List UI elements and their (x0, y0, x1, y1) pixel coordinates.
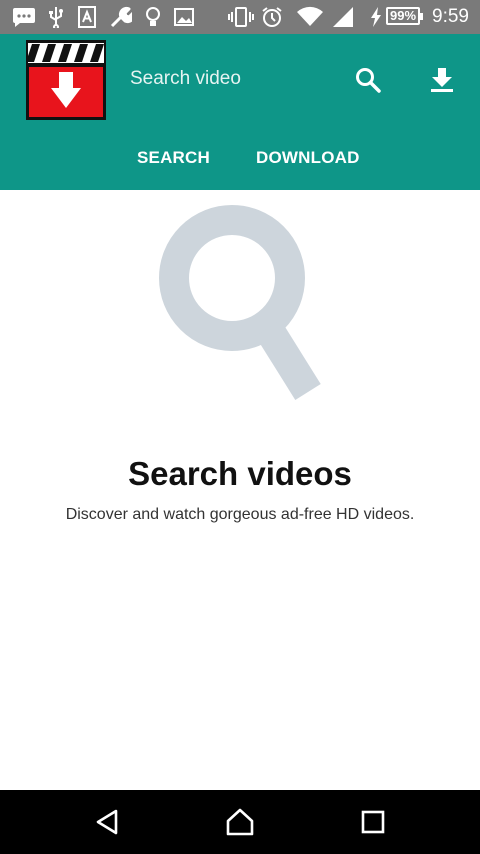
recents-icon (361, 810, 385, 834)
tab-search[interactable]: SEARCH (137, 148, 210, 168)
status-bar: 99% 9:59 (0, 0, 480, 34)
vibrate-icon (228, 7, 254, 27)
back-button[interactable] (85, 804, 129, 840)
magnifier-icon (159, 205, 321, 400)
navigation-bar (0, 790, 480, 854)
tab-download[interactable]: DOWNLOAD (256, 148, 360, 168)
a-badge-icon (78, 6, 96, 28)
empty-state-description: Discover and watch gorgeous ad-free HD v… (65, 506, 415, 523)
search-input[interactable] (130, 64, 330, 94)
lightbulb-icon (146, 7, 160, 26)
image-icon (174, 8, 194, 26)
alarm-icon (262, 7, 282, 27)
search-icon (356, 68, 381, 93)
recents-button[interactable] (351, 804, 395, 840)
signal-icon (333, 7, 353, 27)
home-icon (226, 808, 254, 836)
empty-state-title: Search videos (128, 455, 352, 492)
charging-icon (371, 7, 381, 27)
battery-level: 99% (386, 7, 423, 25)
download-icon (431, 68, 453, 92)
video-download-logo (26, 40, 106, 120)
download-button[interactable] (424, 62, 460, 98)
usb-icon (49, 7, 63, 28)
wifi-icon (297, 6, 323, 26)
search-button[interactable] (350, 62, 386, 98)
app-bar: SEARCH DOWNLOAD (0, 34, 480, 190)
home-button[interactable] (218, 804, 262, 840)
wrench-icon (110, 6, 132, 28)
back-icon (96, 809, 118, 835)
status-time: 9:59 (432, 6, 469, 27)
chat-notification-icon (13, 8, 35, 27)
